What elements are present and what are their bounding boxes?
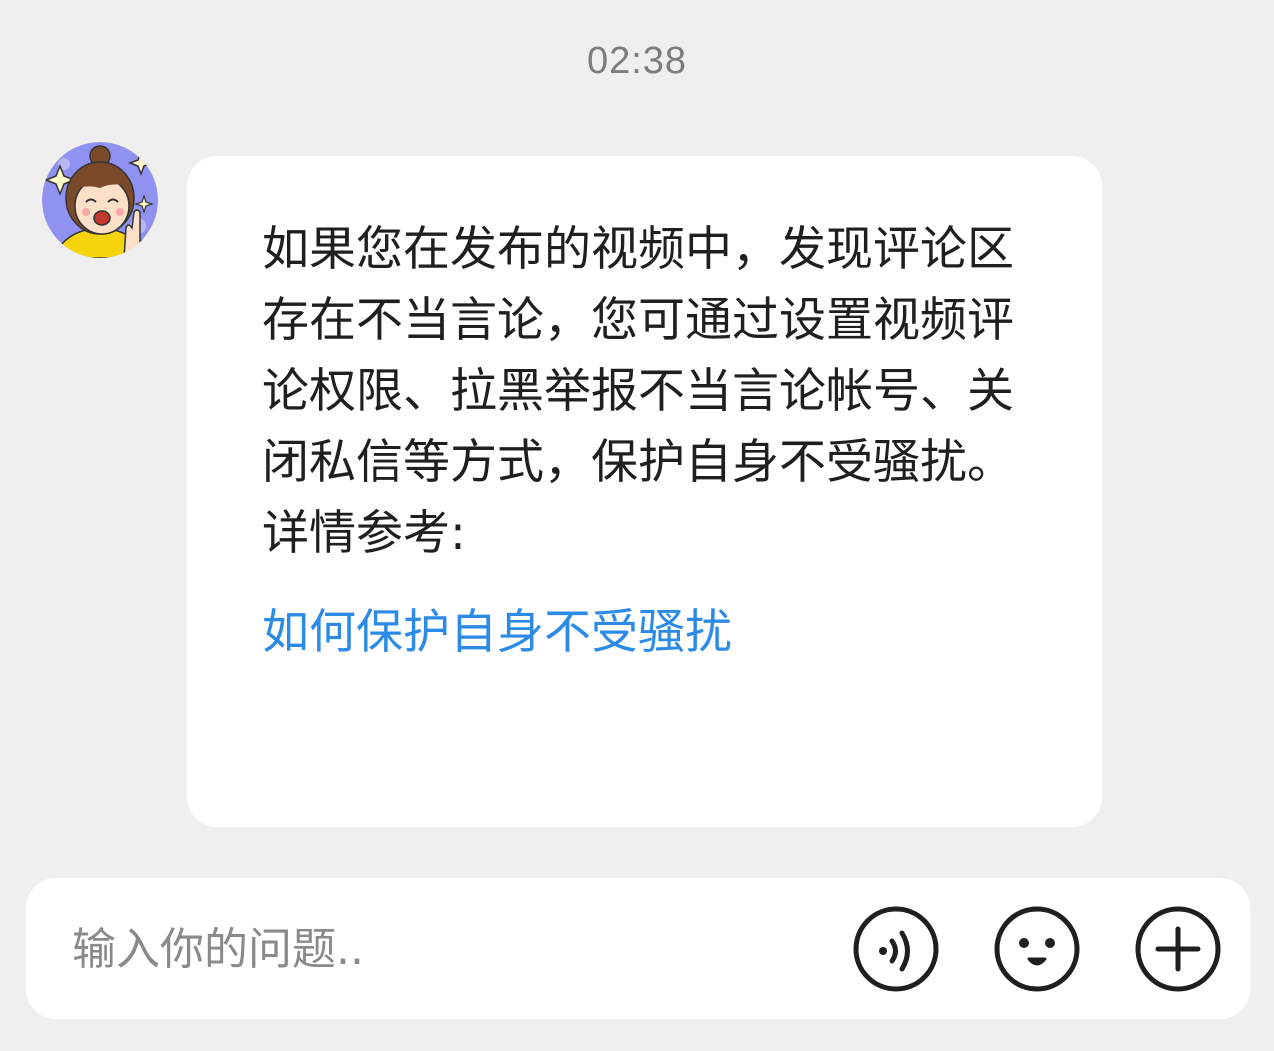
chat-timestamp: 02:38 [586,40,688,82]
input-bar [26,878,1250,1019]
plus-button[interactable] [1134,905,1222,993]
reference-label: 详情参考: [262,506,466,561]
cartoon-girl-avatar-icon [42,142,158,258]
voice-icon [853,906,939,992]
message-text: 如果您在发布的视频中，发现评论区存在不当言论，您可通过设置视频评论权限、拉黑举报… [262,222,1014,490]
bot-avatar[interactable] [42,142,158,258]
emoji-button[interactable] [993,905,1081,993]
plus-icon [1135,906,1221,992]
question-input[interactable] [72,916,772,982]
help-link[interactable]: 如何保护自身不受骚扰 [262,597,732,668]
message-bubble: 如果您在发布的视频中，发现评论区存在不当言论，您可通过设置视频评论权限、拉黑举报… [187,156,1102,827]
voice-button[interactable] [852,905,940,993]
emoji-icon [994,906,1080,992]
